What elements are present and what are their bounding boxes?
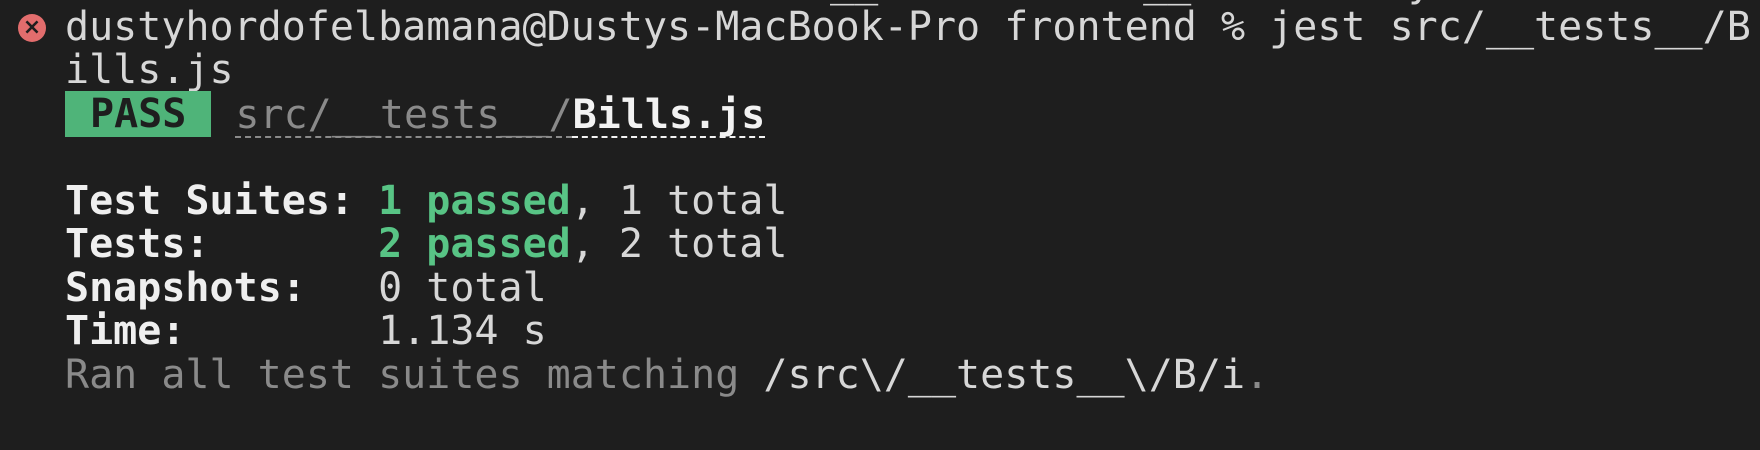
tests-label: Tests: xyxy=(65,221,210,267)
footer-line: Ran all test suites matching /src\/__tes… xyxy=(65,351,1269,400)
prompt-symbol: % xyxy=(1220,4,1246,50)
suites-total: , 1 total xyxy=(570,178,788,224)
summary-time-line: Time: 1.134 s xyxy=(65,307,547,356)
pass-badge: PASS xyxy=(65,91,212,137)
snapshots-value: 0 total xyxy=(378,265,547,311)
result-file-name: Bills.js xyxy=(572,92,766,138)
error-status-icon: × xyxy=(18,14,46,42)
footer-period: . xyxy=(1245,352,1270,398)
command-text: jest src/__tests__/B xyxy=(1269,4,1751,50)
command-continuation: ills.js xyxy=(65,47,234,93)
match-pattern: /src\/__tests__\/B/i xyxy=(763,352,1246,398)
tests-total: , 2 total xyxy=(570,221,788,267)
prompt-user-host: dustyhordofelbamana@Dustys-MacBook-Pro xyxy=(65,4,981,50)
prompt-directory: frontend xyxy=(1004,4,1197,50)
prompt-line: dustyhordofelbamana@Dustys-MacBook-Pro f… xyxy=(65,3,1751,52)
suites-passed: 1 passed xyxy=(378,178,571,224)
snapshots-label: Snapshots: xyxy=(65,265,306,311)
result-path-prefix: src/__tests__/ xyxy=(235,92,573,138)
test-result-line: PASS src/__tests__/Bills.js xyxy=(65,91,765,140)
ran-text: Ran all test suites matching xyxy=(65,352,740,398)
time-label: Time: xyxy=(65,308,186,354)
time-value: 1.134 s xyxy=(378,308,547,354)
summary-suites-line: Test Suites: 1 passed, 1 total xyxy=(65,177,787,226)
tests-passed: 2 passed xyxy=(378,221,571,267)
suites-label: Test Suites: xyxy=(65,178,354,224)
summary-tests-line: Tests: 2 passed, 2 total xyxy=(65,220,787,269)
terminal-window[interactable]: __ __ y × dustyhordofelbamana@Dustys-Mac… xyxy=(0,0,1760,450)
summary-snapshots-line: Snapshots: 0 total xyxy=(65,264,547,313)
